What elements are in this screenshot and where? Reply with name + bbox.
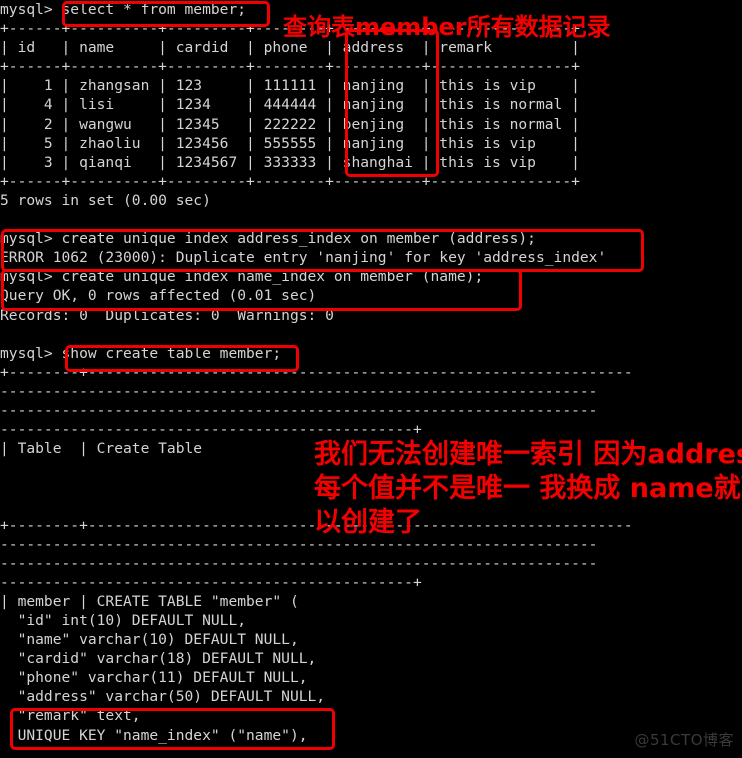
terminal-line: "phone" varchar(11) DEFAULT NULL, <box>0 669 308 687</box>
terminal-screen: mysql> select * from member; +------+----… <box>0 0 742 758</box>
annotation-note-mid-line3: 以创建了 <box>314 507 422 538</box>
terminal-line: ----------------------------------------… <box>0 401 598 419</box>
terminal-line: | 2 | wangwu | 12345 | 222222 | benjing … <box>0 115 580 133</box>
terminal-line: | 3 | qianqi | 1234567 | 333333 | shangh… <box>0 153 580 171</box>
terminal-line: mysql> show create table member; <box>0 344 282 362</box>
terminal-line: | 1 | zhangsan | 123 | 111111 | nanjing … <box>0 77 580 95</box>
terminal-line: 5 rows in set (0.00 sec) <box>0 191 211 209</box>
terminal-line: "remark" text, <box>0 707 141 725</box>
terminal-line: | 5 | zhaoliu | 123456 | 555555 | nanjin… <box>0 134 580 152</box>
terminal-line: "address" varchar(50) DEFAULT NULL, <box>0 688 326 706</box>
terminal-output[interactable]: mysql> select * from member; +------+----… <box>0 0 742 745</box>
terminal-line: "name" varchar(10) DEFAULT NULL, <box>0 631 299 649</box>
terminal-line: mysql> create unique index address_index… <box>0 230 536 248</box>
terminal-line: "id" int(10) DEFAULT NULL, <box>0 612 247 629</box>
terminal-line: ----------------------------------------… <box>0 573 422 591</box>
terminal-line: "cardid" varchar(18) DEFAULT NULL, <box>0 650 317 668</box>
terminal-line: ----------------------------------------… <box>0 554 598 572</box>
terminal-line: +--------+------------------------------… <box>0 363 633 381</box>
watermark: @51CTO博客 <box>634 731 734 749</box>
annotation-note-top: 查询表member所有数据记录 <box>283 13 611 41</box>
terminal-line: Query OK, 0 rows affected (0.01 sec) <box>0 287 317 305</box>
terminal-line: Records: 0 Duplicates: 0 Warnings: 0 <box>0 306 334 324</box>
terminal-line: UNIQUE KEY "name_index" ("name"), <box>0 726 308 744</box>
terminal-line: mysql> create unique index name_index on… <box>0 268 484 286</box>
terminal-line: | 4 | lisi | 1234 | 444444 | nanjing | t… <box>0 96 580 114</box>
terminal-line: ERROR 1062 (23000): Duplicate entry 'nan… <box>0 249 607 267</box>
terminal-line: +------+----------+---------+--------+--… <box>0 172 580 190</box>
terminal-line: +------+----------+---------+--------+--… <box>0 58 580 76</box>
terminal-line: | member | CREATE TABLE "member" ( <box>0 592 299 610</box>
terminal-line: ----------------------------------------… <box>0 382 598 400</box>
